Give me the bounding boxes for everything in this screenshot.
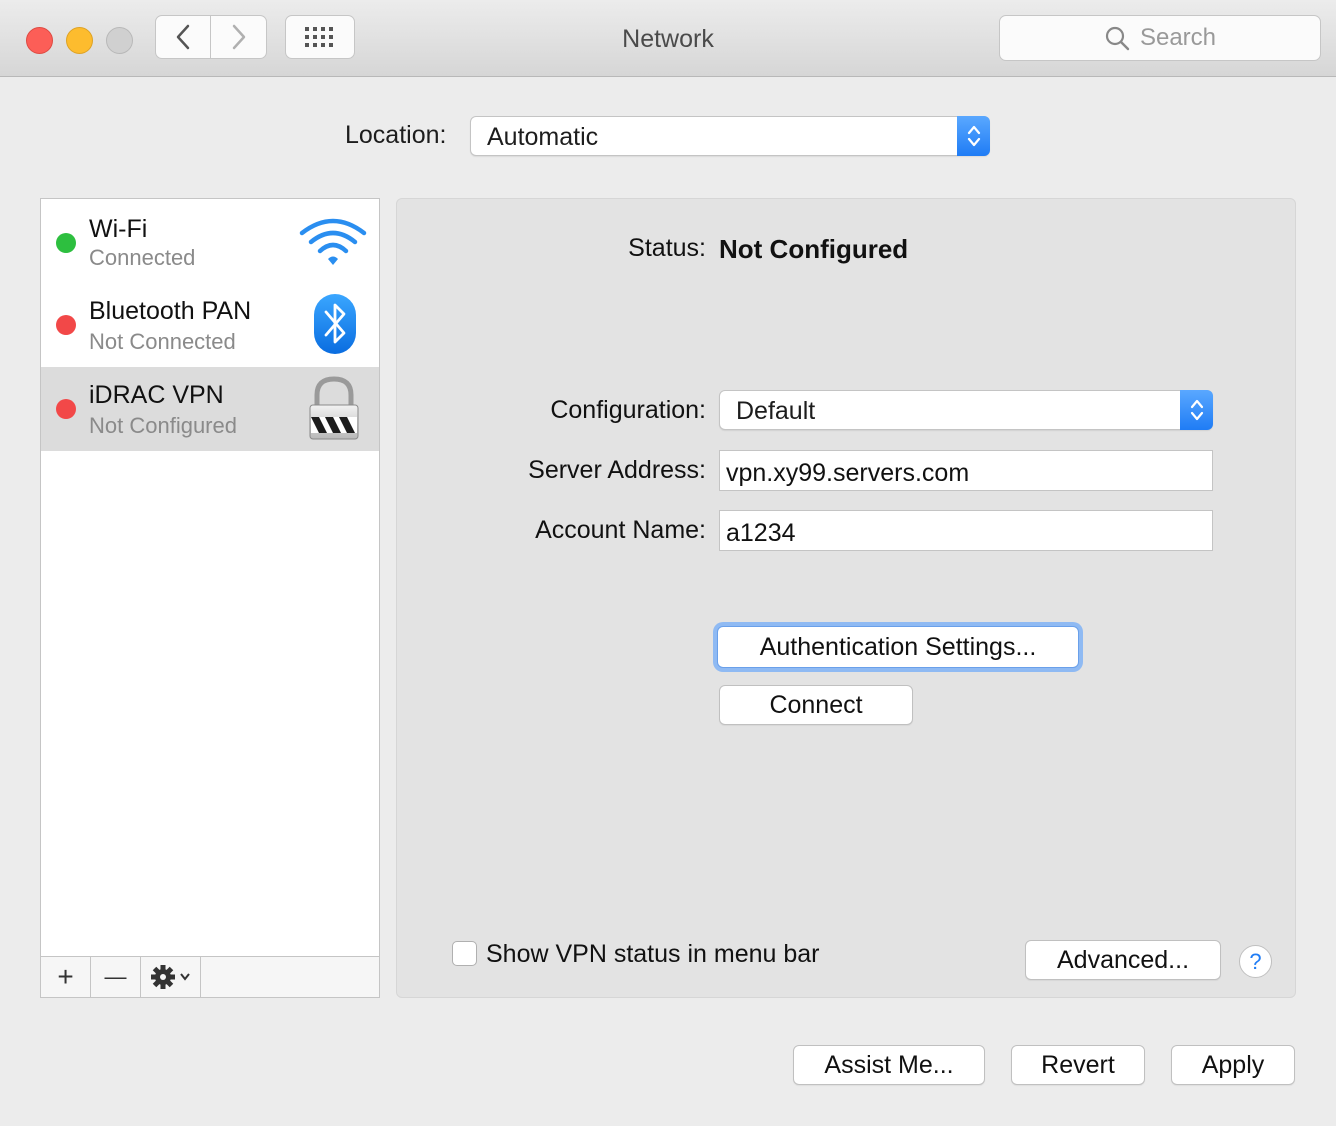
show-vpn-status-checkbox[interactable] (452, 941, 477, 966)
search-icon (1105, 26, 1130, 51)
status-value: Not Configured (719, 234, 909, 264)
assist-me-button[interactable]: Assist Me... (793, 1045, 985, 1085)
vpn-lock-icon (309, 376, 359, 440)
service-list: Wi-Fi Connected Bluetooth PAN Not Connec… (40, 198, 380, 998)
status-dot-connected (56, 233, 76, 253)
search-placeholder: Search (1139, 24, 1217, 51)
account-name-field[interactable]: a1234 (719, 510, 1213, 551)
gear-icon (150, 965, 190, 989)
configuration-popup[interactable]: Default (719, 390, 1213, 430)
popup-stepper-icon (1180, 390, 1213, 430)
service-status: Connected (89, 245, 196, 270)
service-list-toolbar: + — (41, 956, 379, 997)
server-address-label: Server Address: (528, 456, 706, 484)
add-service-button[interactable]: + (41, 957, 91, 997)
remove-service-button[interactable]: — (91, 957, 141, 997)
connect-button[interactable]: Connect (719, 685, 913, 725)
service-name: Wi-Fi (89, 215, 148, 243)
service-name: iDRAC VPN (89, 381, 224, 409)
service-item-wifi[interactable]: Wi-Fi Connected (41, 199, 379, 283)
show-vpn-status-label: Show VPN status in menu bar (486, 940, 820, 968)
status-label: Status: (628, 234, 706, 262)
location-label: Location: (345, 121, 447, 149)
help-button[interactable]: ? (1239, 945, 1272, 978)
wifi-icon (299, 218, 367, 265)
authentication-settings-button[interactable]: Authentication Settings... (717, 626, 1079, 668)
title-bar: Network Search (0, 0, 1336, 77)
configuration-label: Configuration: (550, 396, 706, 424)
action-menu-button[interactable] (141, 957, 201, 997)
apply-button[interactable]: Apply (1171, 1045, 1295, 1085)
location-value: Automatic (487, 123, 599, 151)
status-dot-disconnected (56, 315, 76, 335)
search-field[interactable]: Search (999, 15, 1321, 61)
service-status: Not Configured (89, 413, 237, 438)
configuration-value: Default (736, 397, 816, 425)
service-item-bluetooth-pan[interactable]: Bluetooth PAN Not Connected (41, 283, 379, 367)
status-dot-not-configured (56, 399, 76, 419)
service-name: Bluetooth PAN (89, 297, 252, 325)
advanced-button[interactable]: Advanced... (1025, 940, 1221, 980)
vpn-detail-panel (396, 198, 1296, 998)
service-status: Not Connected (89, 329, 236, 354)
popup-stepper-icon (957, 116, 990, 156)
server-address-field[interactable]: vpn.xy99.servers.com (719, 450, 1213, 491)
bluetooth-icon (314, 294, 356, 354)
revert-button[interactable]: Revert (1011, 1045, 1145, 1085)
service-item-idrac-vpn[interactable]: iDRAC VPN Not Configured (41, 367, 379, 451)
location-popup[interactable]: Automatic (470, 116, 990, 156)
account-name-label: Account Name: (535, 516, 706, 544)
